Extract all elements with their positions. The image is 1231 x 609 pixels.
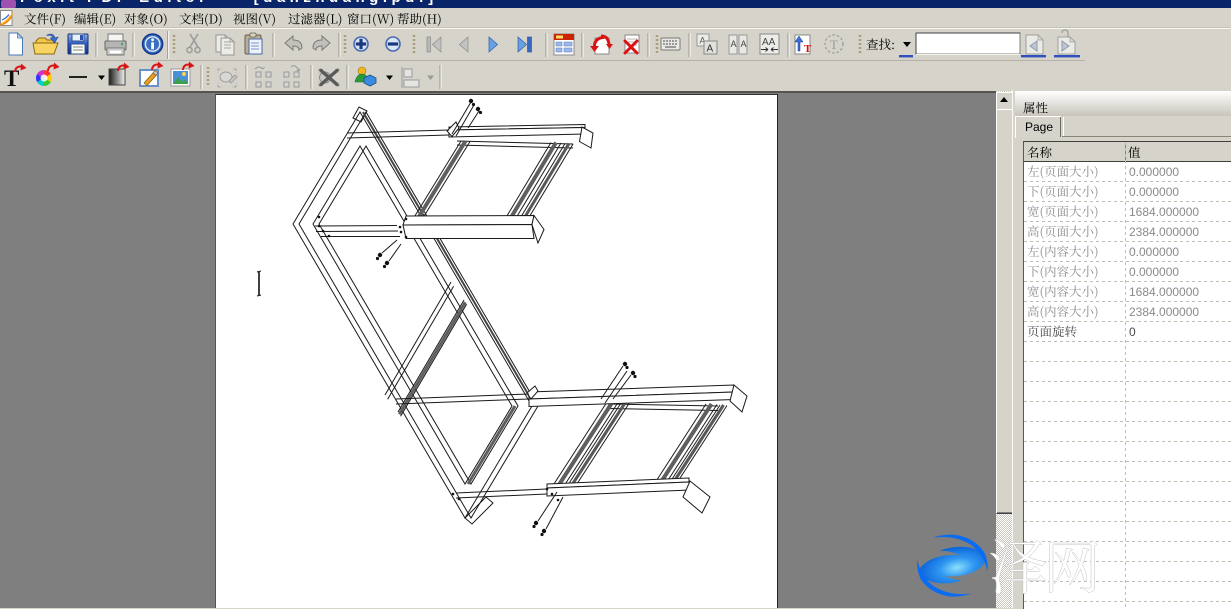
svg-text:T: T bbox=[4, 66, 19, 91]
svg-text:A: A bbox=[741, 39, 747, 49]
svg-text:T: T bbox=[830, 37, 838, 52]
svg-text:A: A bbox=[731, 39, 737, 49]
svg-text:A: A bbox=[707, 44, 714, 55]
svg-text:AA: AA bbox=[762, 37, 776, 48]
svg-text:T: T bbox=[804, 43, 812, 55]
